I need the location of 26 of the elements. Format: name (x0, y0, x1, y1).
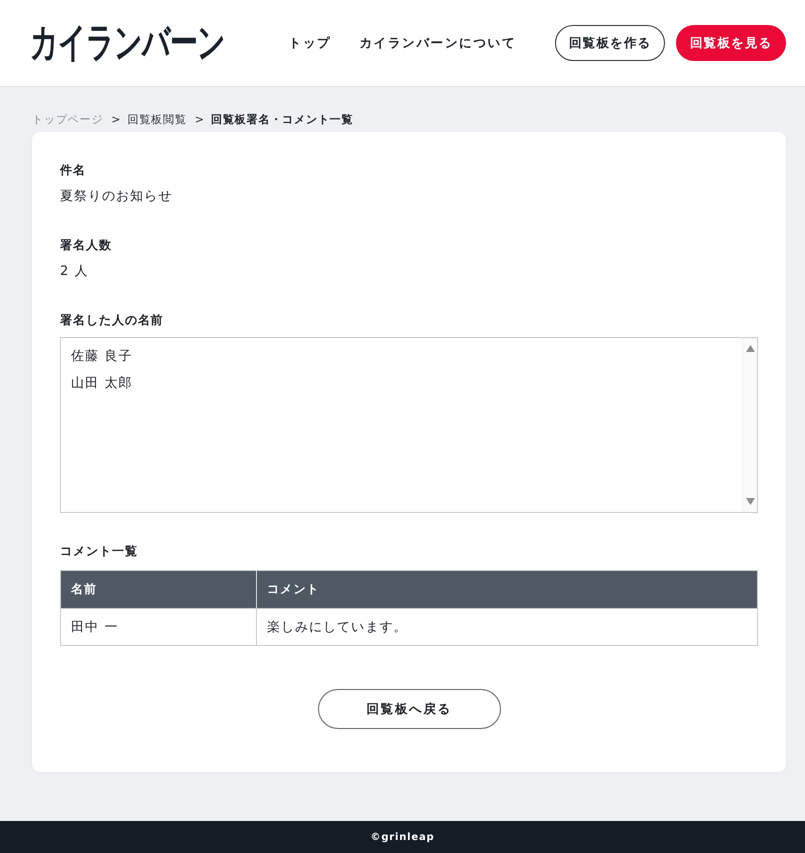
nav-link[interactable]: トップ (288, 34, 332, 52)
table-cell: 田中 一 (60, 608, 256, 646)
scroll-up-icon[interactable] (746, 345, 754, 352)
field-value: 夏祭りのお知らせ (60, 188, 174, 206)
signer-name: 山田 太郎 (71, 375, 132, 393)
column-header: 名前 (60, 570, 256, 608)
back-button[interactable]: 回覧板へ戻る (318, 689, 500, 729)
field-value: 2 人 (60, 263, 90, 281)
scroll-down-icon[interactable] (746, 498, 754, 505)
site-logo[interactable]: カイランバーン (30, 21, 225, 65)
create-board-button[interactable]: 回覧板を作る (555, 25, 665, 61)
breadcrumb-link[interactable]: 回覧板閲覧 (127, 112, 187, 126)
field-label: 件名 (60, 162, 87, 179)
copyright-text: ©grinleap (370, 832, 434, 843)
breadcrumb-current: 回覧板署名・コメント一覧 (210, 112, 354, 126)
column-header: コメント (256, 570, 758, 608)
view-board-button[interactable]: 回覧板を見る (676, 25, 786, 61)
field-label: 署名した人の名前 (60, 312, 165, 329)
field-label: 署名人数 (60, 237, 113, 254)
signer-name: 佐藤 良子 (71, 348, 132, 366)
breadcrumb-separator: > (194, 112, 205, 126)
signers-list-field[interactable]: 佐藤 良子 山田 太郎 (60, 337, 758, 513)
field-label: コメント一覧 (60, 543, 139, 560)
breadcrumb-separator: > (111, 112, 122, 126)
nav-link[interactable]: カイランバーンについて (359, 34, 516, 52)
table-cell: 楽しみにしています。 (256, 608, 758, 646)
